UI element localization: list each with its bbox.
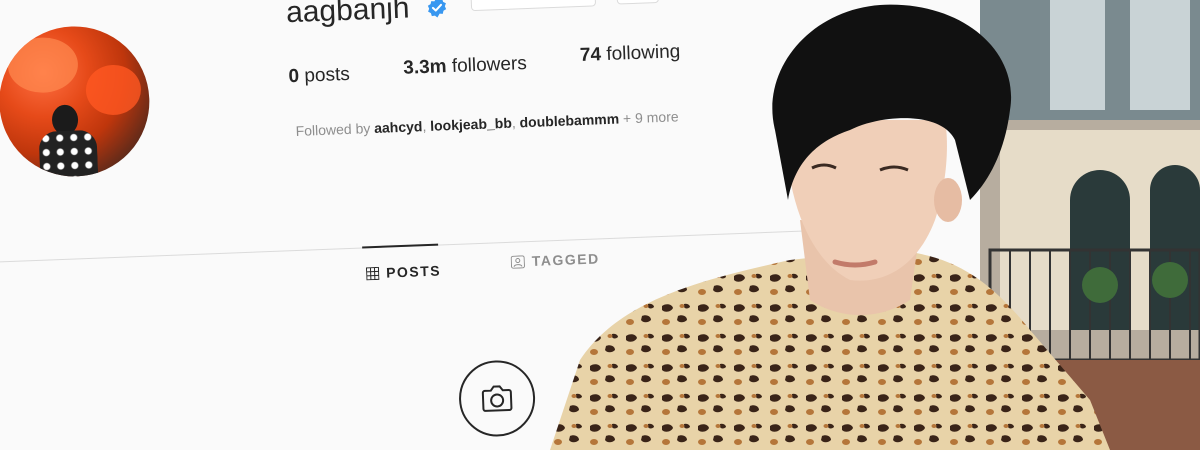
- tab-posts[interactable]: POSTS: [365, 262, 442, 282]
- profile-avatar[interactable]: [0, 23, 153, 180]
- camera-icon: [481, 385, 513, 412]
- followers-count-stat[interactable]: 3.3m followers: [403, 53, 527, 80]
- grid-icon: [365, 266, 380, 280]
- empty-posts-camera: [457, 359, 537, 438]
- verified-badge-icon: [427, 0, 447, 18]
- person-photo-overlay: [550, 0, 1200, 450]
- active-tab-indicator: [362, 243, 439, 249]
- posts-count-stat: 0 posts: [288, 63, 351, 88]
- tagged-icon: [510, 254, 525, 269]
- profile-username: aagbanjh: [285, 0, 411, 30]
- screenshot-collage: aagbanjh Following ··· 0 posts 3.3m foll…: [0, 0, 1200, 450]
- tab-posts-label: POSTS: [385, 262, 442, 281]
